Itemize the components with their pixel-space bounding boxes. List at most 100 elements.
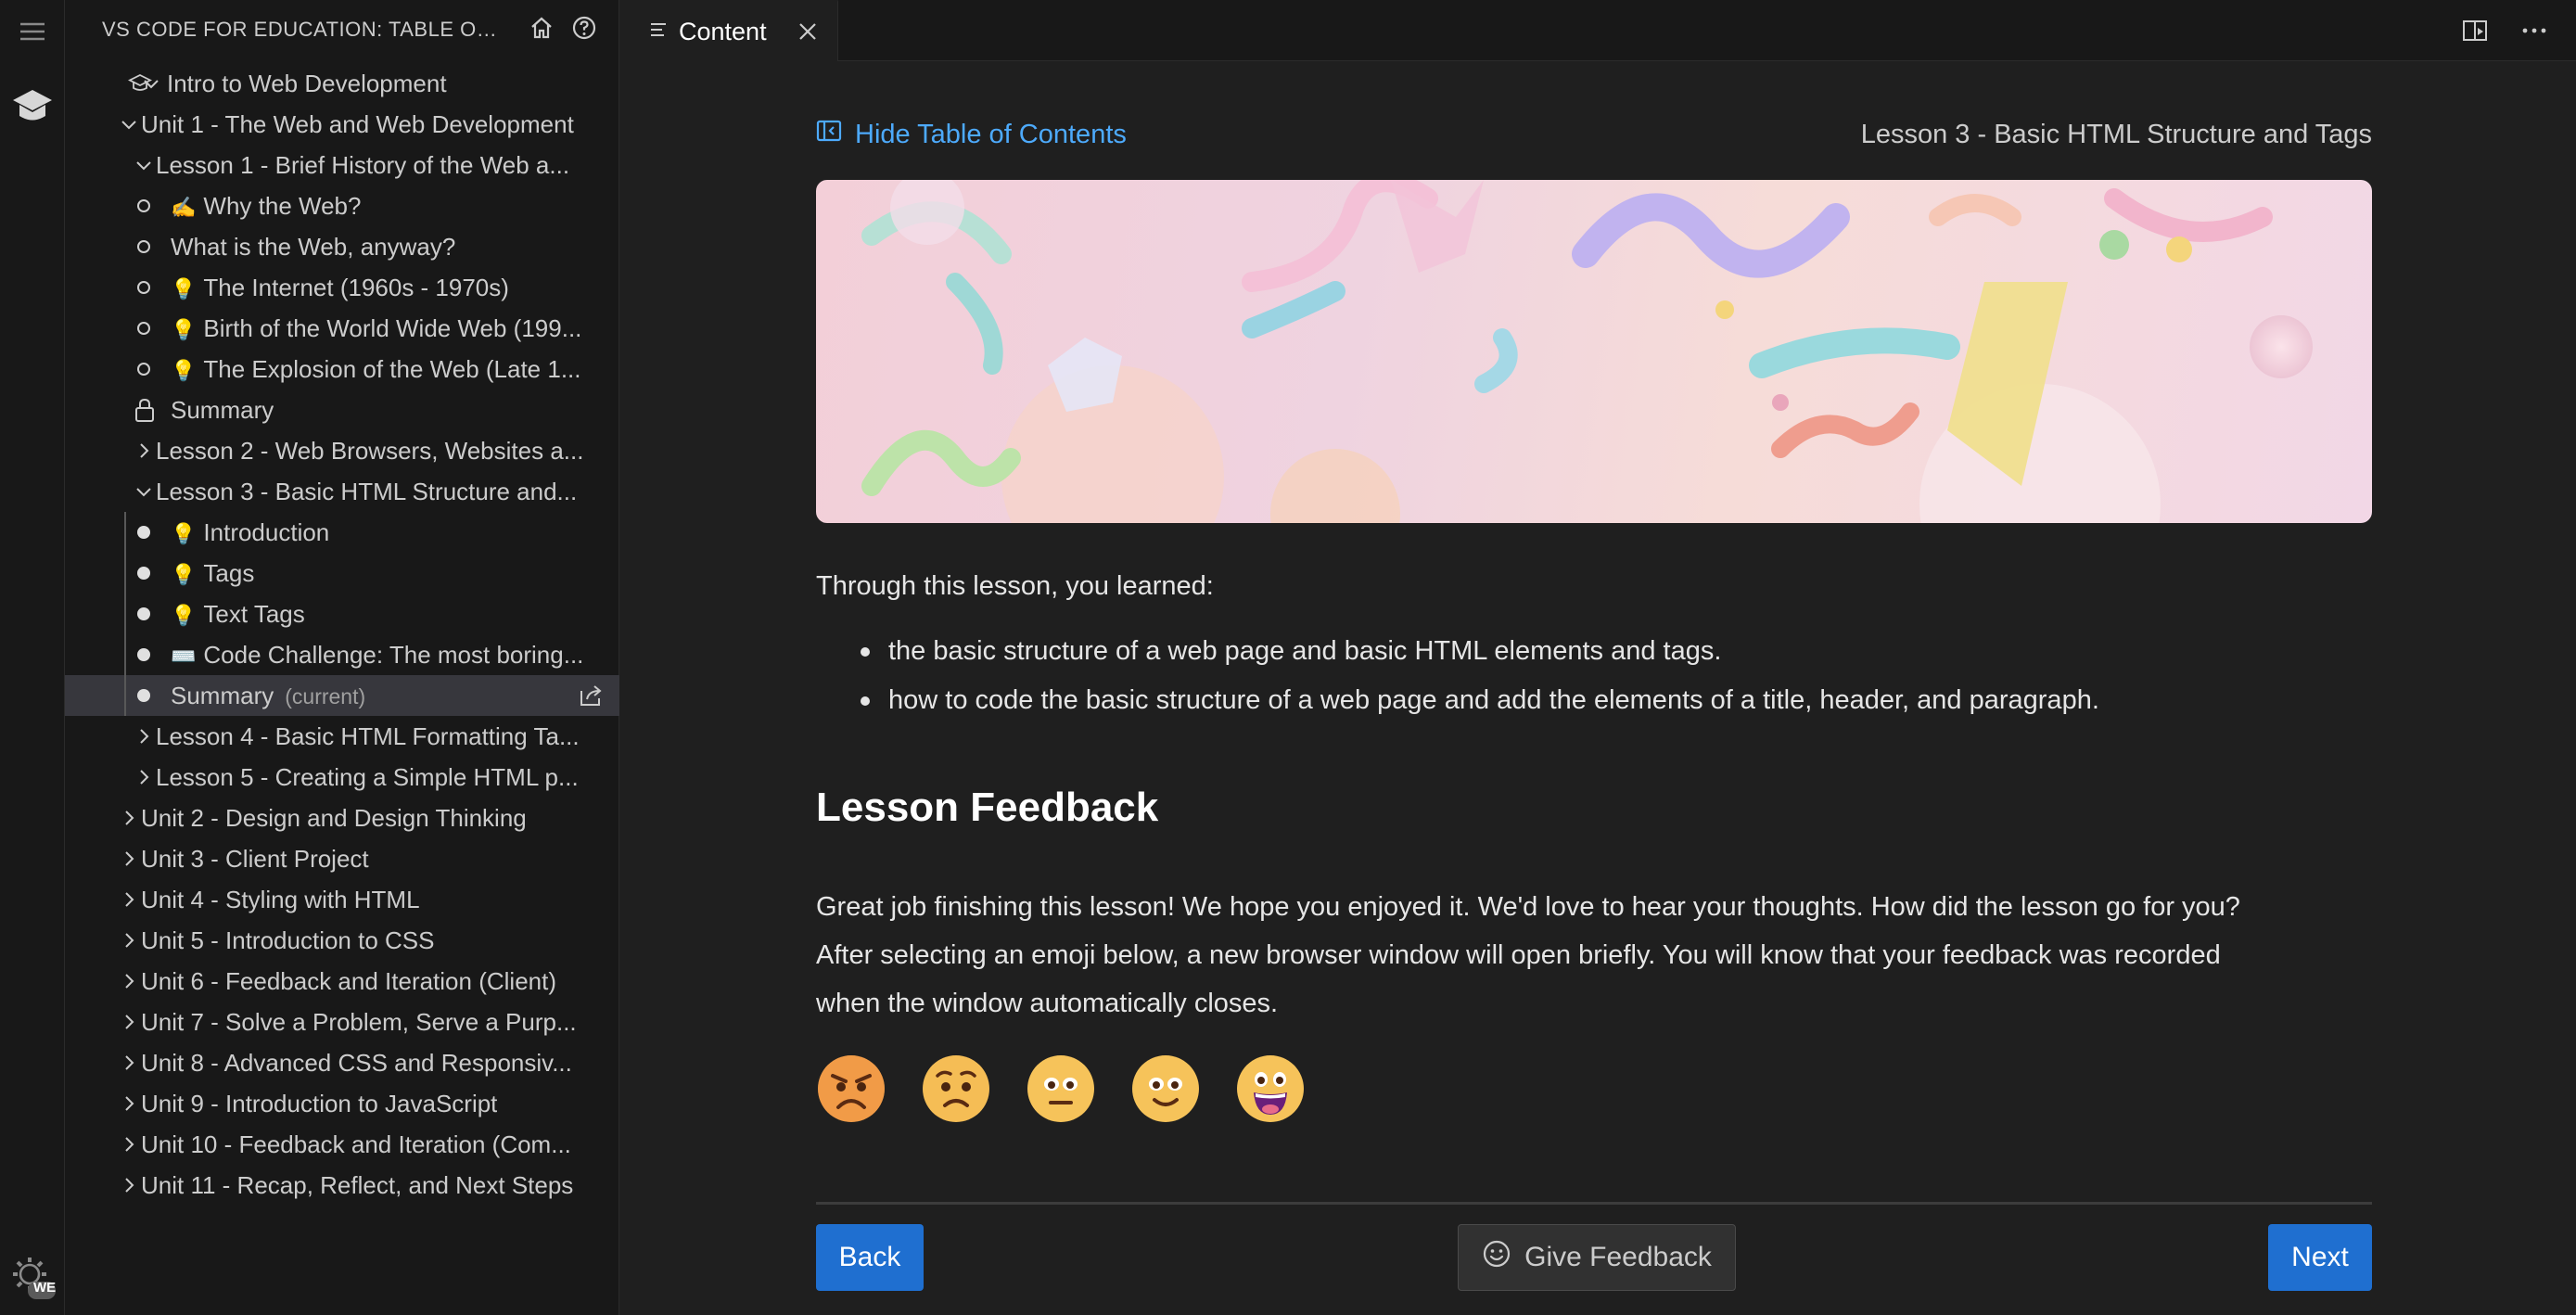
indent-guide — [124, 553, 126, 594]
tree-item-label: Unit 10 - Feedback and Iteration (Com... — [141, 1130, 571, 1159]
chevron-right-icon[interactable] — [134, 767, 154, 787]
angry-face-icon[interactable] — [816, 1053, 886, 1124]
chevron-right-icon[interactable] — [119, 1134, 139, 1155]
manage-gear-icon[interactable]: WE — [0, 1252, 65, 1302]
chevron-right-icon[interactable] — [119, 889, 139, 910]
tree-page-item[interactable]: 💡 Birth of the World Wide Web (199... — [65, 308, 619, 349]
tree-item-label: ✍️ Why the Web? — [171, 192, 361, 221]
chevron-down-icon[interactable] — [134, 481, 154, 502]
chevron-right-icon[interactable] — [119, 1012, 139, 1032]
chevron-down-icon[interactable] — [134, 155, 154, 175]
lock-icon — [134, 397, 156, 429]
lesson-content: Hide Table of Contents Lesson 3 - Basic … — [816, 61, 2372, 1315]
chevron-right-icon[interactable] — [119, 1175, 139, 1195]
tree-page-item[interactable]: 💡 The Internet (1960s - 1970s) — [65, 267, 619, 308]
tree-folder-item[interactable]: Unit 10 - Feedback and Iteration (Com... — [65, 1124, 619, 1165]
tree-folder-item[interactable]: Unit 2 - Design and Design Thinking — [65, 798, 619, 838]
tree-item-text: Unit 1 - The Web and Web Development — [141, 109, 574, 138]
feedback-emoji-row — [816, 1053, 1306, 1124]
tree-folder-item[interactable]: Unit 8 - Advanced CSS and Responsiv... — [65, 1042, 619, 1083]
tree-item-text: Lesson 2 - Web Browsers, Websites a... — [156, 436, 584, 465]
tree-item-label: Unit 11 - Recap, Reflect, and Next Steps — [141, 1171, 573, 1200]
chevron-right-icon[interactable] — [119, 808, 139, 828]
chevron-right-icon[interactable] — [119, 1093, 139, 1114]
next-button[interactable]: Next — [2268, 1224, 2372, 1291]
summary-intro: Through this lesson, you learned: — [816, 571, 1214, 601]
chevron-down-icon[interactable] — [119, 114, 139, 134]
frowning-face-icon[interactable] — [921, 1053, 991, 1124]
completed-dot-icon — [137, 526, 150, 539]
tree-item-label: 💡 Tags — [171, 559, 254, 588]
help-icon[interactable] — [571, 15, 597, 45]
tree-item-text: Lesson 1 - Brief History of the Web a... — [156, 150, 570, 179]
tree-item-text: Unit 7 - Solve a Problem, Serve a Purp..… — [141, 1007, 577, 1036]
menu-icon[interactable] — [0, 13, 65, 50]
incomplete-dot-icon — [137, 240, 150, 253]
tree-folder-item[interactable]: Unit 9 - Introduction to JavaScript — [65, 1083, 619, 1124]
chevron-right-icon[interactable] — [119, 971, 139, 991]
education-icon[interactable] — [0, 82, 65, 132]
tree-item-label: Lesson 2 - Web Browsers, Websites a... — [156, 437, 583, 466]
tree-page-item[interactable]: 💡 Introduction — [65, 512, 619, 553]
tree-item-text: Why the Web? — [203, 191, 362, 220]
tree-item-label: 💡 The Explosion of the Web (Late 1... — [171, 355, 581, 384]
open-preview-icon[interactable] — [2461, 17, 2489, 49]
feedback-text-line: Great job finishing this lesson! We hope… — [816, 892, 2240, 922]
tree-item-label: Summary — [171, 396, 274, 425]
tree-item-text: Lesson 5 - Creating a Simple HTML p... — [156, 762, 579, 791]
give-feedback-button[interactable]: Give Feedback — [1458, 1224, 1736, 1291]
incomplete-dot-icon — [137, 363, 150, 376]
tree-item-text: Text Tags — [203, 599, 305, 628]
tree-page-item[interactable]: 💡 The Explosion of the Web (Late 1... — [65, 349, 619, 389]
tree-folder-item[interactable]: Unit 6 - Feedback and Iteration (Client) — [65, 961, 619, 1002]
close-icon[interactable] — [797, 20, 819, 47]
tree-item-label: Unit 6 - Feedback and Iteration (Client) — [141, 967, 556, 996]
tree-page-item[interactable]: Summary (current) — [65, 675, 619, 716]
tree-item-label: Unit 4 - Styling with HTML — [141, 886, 420, 914]
tree-folder-item[interactable]: Intro to Web Development — [65, 63, 619, 104]
chevron-right-icon[interactable] — [134, 440, 154, 461]
give-feedback-label: Give Feedback — [1524, 1242, 1712, 1272]
tree-folder-item[interactable]: Unit 3 - Client Project — [65, 838, 619, 879]
lightbulb-icon: 💡 — [171, 603, 197, 627]
tree-page-item[interactable]: Summary — [65, 389, 619, 430]
tree-folder-item[interactable]: Lesson 3 - Basic HTML Structure and... — [65, 471, 619, 512]
tree-page-item[interactable]: 💡 Text Tags — [65, 594, 619, 634]
tree-folder-item[interactable]: Lesson 4 - Basic HTML Formatting Ta... — [65, 716, 619, 757]
learned-list: the basic structure of a web page and ba… — [861, 627, 2099, 725]
tree-item-text: Birth of the World Wide Web (199... — [203, 313, 582, 342]
tree-folder-item[interactable]: Unit 1 - The Web and Web Development — [65, 104, 619, 145]
tree-folder-item[interactable]: Lesson 2 - Web Browsers, Websites a... — [65, 430, 619, 471]
lightbulb-icon: 💡 — [171, 317, 197, 341]
chevron-right-icon[interactable] — [119, 930, 139, 951]
chevron-right-icon[interactable] — [119, 1053, 139, 1073]
tree-folder-item[interactable]: Unit 11 - Recap, Reflect, and Next Steps — [65, 1165, 619, 1206]
tree-page-item[interactable]: 💡 Tags — [65, 553, 619, 594]
tree-folder-item[interactable]: Unit 4 - Styling with HTML — [65, 879, 619, 920]
incomplete-dot-icon — [137, 322, 150, 335]
tree-page-item[interactable]: ⌨️ Code Challenge: The most boring... — [65, 634, 619, 675]
back-button[interactable]: Back — [816, 1224, 924, 1291]
tree-folder-item[interactable]: Lesson 5 - Creating a Simple HTML p... — [65, 757, 619, 798]
indent-guide — [124, 512, 126, 553]
tree-folder-item[interactable]: Unit 7 - Solve a Problem, Serve a Purp..… — [65, 1002, 619, 1042]
tab-content[interactable]: Content — [619, 0, 838, 61]
home-icon[interactable] — [529, 15, 555, 45]
neutral-face-icon[interactable] — [1026, 1053, 1096, 1124]
grinning-face-icon[interactable] — [1235, 1053, 1306, 1124]
list-item: how to code the basic structure of a web… — [861, 676, 2099, 725]
more-actions-icon[interactable] — [2520, 17, 2548, 49]
slightly-smiling-face-icon[interactable] — [1130, 1053, 1201, 1124]
chevron-right-icon[interactable] — [119, 849, 139, 869]
share-icon[interactable] — [579, 683, 605, 714]
tree-item-label: 💡 Birth of the World Wide Web (199... — [171, 314, 581, 343]
hide-toc-link[interactable]: Hide Table of Contents — [816, 119, 1127, 150]
tree-folder-item[interactable]: Lesson 1 - Brief History of the Web a... — [65, 145, 619, 185]
chevron-right-icon[interactable] — [134, 726, 154, 747]
tree-item-text: Lesson 3 - Basic HTML Structure and... — [156, 477, 578, 505]
lightbulb-icon: 💡 — [171, 521, 197, 545]
tree-item-text: Summary — [171, 395, 274, 424]
tree-page-item[interactable]: What is the Web, anyway? — [65, 226, 619, 267]
tree-folder-item[interactable]: Unit 5 - Introduction to CSS — [65, 920, 619, 961]
tree-page-item[interactable]: ✍️ Why the Web? — [65, 185, 619, 226]
